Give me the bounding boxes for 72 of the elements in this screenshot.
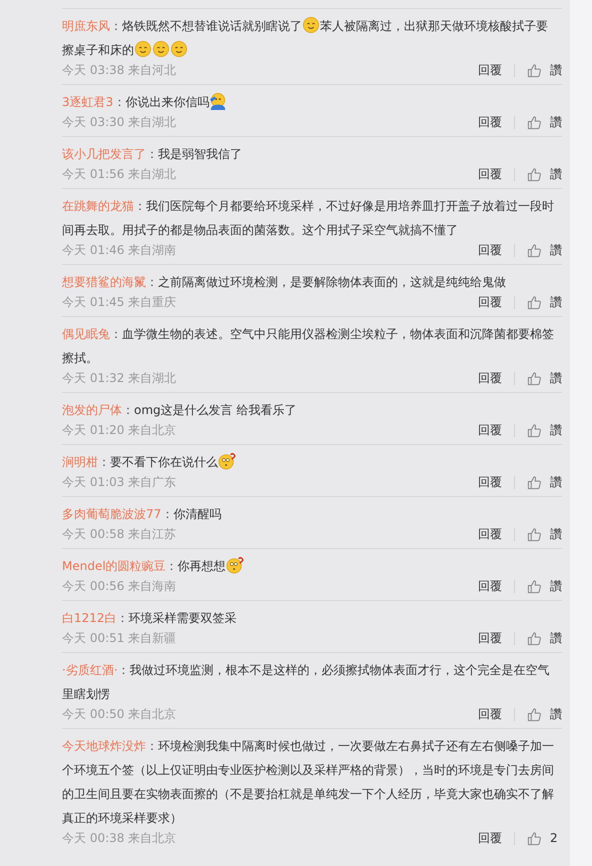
comment-time: 今天 01:20 来自北京: [62, 422, 176, 439]
comment-text: 今天地球炸没炸：环境检测我集中隔离时候也做过，一次要做左右鼻拭子还有左右侧嗓子加一个环境五个签（以上仅证明由专业医护检测以及采样严格的背景），当时的环境是专门去房间的卫生间且要在实物表面擦的（不是要抬杠就是单纯发一下个人经历，毕竟大家也确实不了解真正的环境采样要求）: [62, 738, 555, 827]
thumbs-up-icon[interactable]: [527, 475, 542, 490]
comment-text: 想要猎鲨的海鬣：之前隔离做过环境检测，是要解除物体表面的，这就是纯纯给鬼做: [62, 274, 507, 291]
comment-text: 多肉葡萄脆波波77：你清醒吗: [62, 506, 222, 523]
reply-link[interactable]: 回覆: [478, 578, 502, 595]
like-label[interactable]: 讚: [550, 294, 562, 311]
reply-link[interactable]: 回覆: [478, 294, 502, 311]
comment-text: 在跳舞的龙猫：我们医院每个月都要给环境采样，不过好像是用培养皿打开盖子放着过一段时间再去取。用拭子的都是物品表面的菌落数。这个用拭子采空气就搞不懂了: [62, 198, 555, 239]
comment-time: 今天 03:30 来自湖北: [62, 114, 176, 131]
thumbs-up-icon[interactable]: [527, 295, 542, 310]
like-label[interactable]: 讚: [550, 370, 562, 387]
comment-time: 今天 00:58 来自江苏: [62, 526, 176, 543]
comment-text: 泡发的尸体：omg这是什么发言 给我看乐了: [62, 402, 298, 419]
reply-link[interactable]: 回覆: [478, 706, 502, 723]
comment-text: 该小几把发言了：我是弱智我信了: [62, 146, 243, 163]
comment-time: 今天 00:50 来自北京: [62, 706, 176, 723]
comment-time: 今天 03:38 来自河北: [62, 62, 176, 79]
like-label[interactable]: 讚: [550, 62, 562, 79]
reply-link[interactable]: 回覆: [478, 630, 502, 647]
reply-link[interactable]: 回覆: [478, 62, 502, 79]
thumbs-up-icon[interactable]: [527, 371, 542, 386]
comment-time: 今天 01:03 来自广东: [62, 474, 176, 491]
reply-link[interactable]: 回覆: [478, 422, 502, 439]
like-label[interactable]: 讚: [550, 242, 562, 259]
comment-text: 涧明柑：要不看下你在说什么: [62, 450, 562, 474]
like-label[interactable]: 讚: [550, 114, 562, 131]
thumbs-up-icon[interactable]: [527, 527, 542, 542]
smiling-face-icon: [134, 40, 152, 58]
smiling-face-icon: [302, 16, 320, 34]
puzzled-face-icon: [218, 452, 236, 470]
reply-link[interactable]: 回覆: [478, 526, 502, 543]
comment-text: 偶见眠兔：血学微生物的表述。空气中只能用仪器检测尘埃粒子，物体表面和沉降菌都要棉签擦拭。: [62, 326, 555, 367]
like-label[interactable]: 2: [550, 830, 562, 847]
reply-link[interactable]: 回覆: [478, 166, 502, 183]
reply-link[interactable]: 回覆: [478, 242, 502, 259]
thumbs-up-icon[interactable]: [527, 115, 542, 130]
thumbs-up-icon[interactable]: [527, 579, 542, 594]
thumbs-up-icon[interactable]: [527, 831, 542, 846]
reply-link[interactable]: 回覆: [478, 474, 502, 491]
comment-time: 今天 01:32 来自湖北: [62, 370, 176, 387]
comment-text: Mendel的圆粒豌豆：你再想想: [62, 554, 562, 578]
like-label[interactable]: 讚: [550, 630, 562, 647]
reply-link[interactable]: 回覆: [478, 830, 502, 847]
like-label[interactable]: 讚: [550, 166, 562, 183]
comment-time: 今天 01:46 来自湖南: [62, 242, 176, 259]
thumbs-up-icon[interactable]: [527, 63, 542, 78]
thumbs-up-icon[interactable]: [527, 243, 542, 258]
comment-time: 今天 00:51 来自新疆: [62, 630, 176, 647]
like-label[interactable]: 讚: [550, 578, 562, 595]
like-label[interactable]: 讚: [550, 706, 562, 723]
thumbs-up-icon[interactable]: [527, 423, 542, 438]
thumbs-up-icon[interactable]: [527, 707, 542, 722]
comment-time: 今天 01:45 来自重庆: [62, 294, 176, 311]
comment-time: 今天 00:38 来自北京: [62, 830, 176, 847]
smiling-face-icon: [170, 40, 188, 58]
reply-link[interactable]: 回覆: [478, 370, 502, 387]
smiling-face-icon: [152, 40, 170, 58]
thumbs-up-icon[interactable]: [527, 631, 542, 646]
like-label[interactable]: 讚: [550, 526, 562, 543]
comment-time: 今天 01:56 来自湖北: [62, 166, 176, 183]
comment-time: 今天 00:56 来自海南: [62, 578, 176, 595]
like-label[interactable]: 讚: [550, 422, 562, 439]
thumbs-up-icon[interactable]: [527, 167, 542, 182]
puzzled-face-icon: [226, 556, 244, 574]
reply-link[interactable]: 回覆: [478, 114, 502, 131]
comment-text: 白1212白：环境采样需要双签采: [62, 610, 238, 627]
comment-text: 3逐虹君3：你说出来你信吗: [62, 90, 562, 114]
comment-text: 明庶东风：烙铁既然不想替谁说话就别瞎说了 苯人被隔离过，出狱那天做环境核酸拭子要擦桌子和床的: [62, 14, 562, 62]
like-label[interactable]: 讚: [550, 474, 562, 491]
saluting-face-icon: [209, 92, 228, 110]
comment-text: ·劣质红酒·：我做过环境监测，根本不是这样的，必须擦拭物体表面才行，这个完全是在空气里瞎划愣: [62, 662, 551, 703]
